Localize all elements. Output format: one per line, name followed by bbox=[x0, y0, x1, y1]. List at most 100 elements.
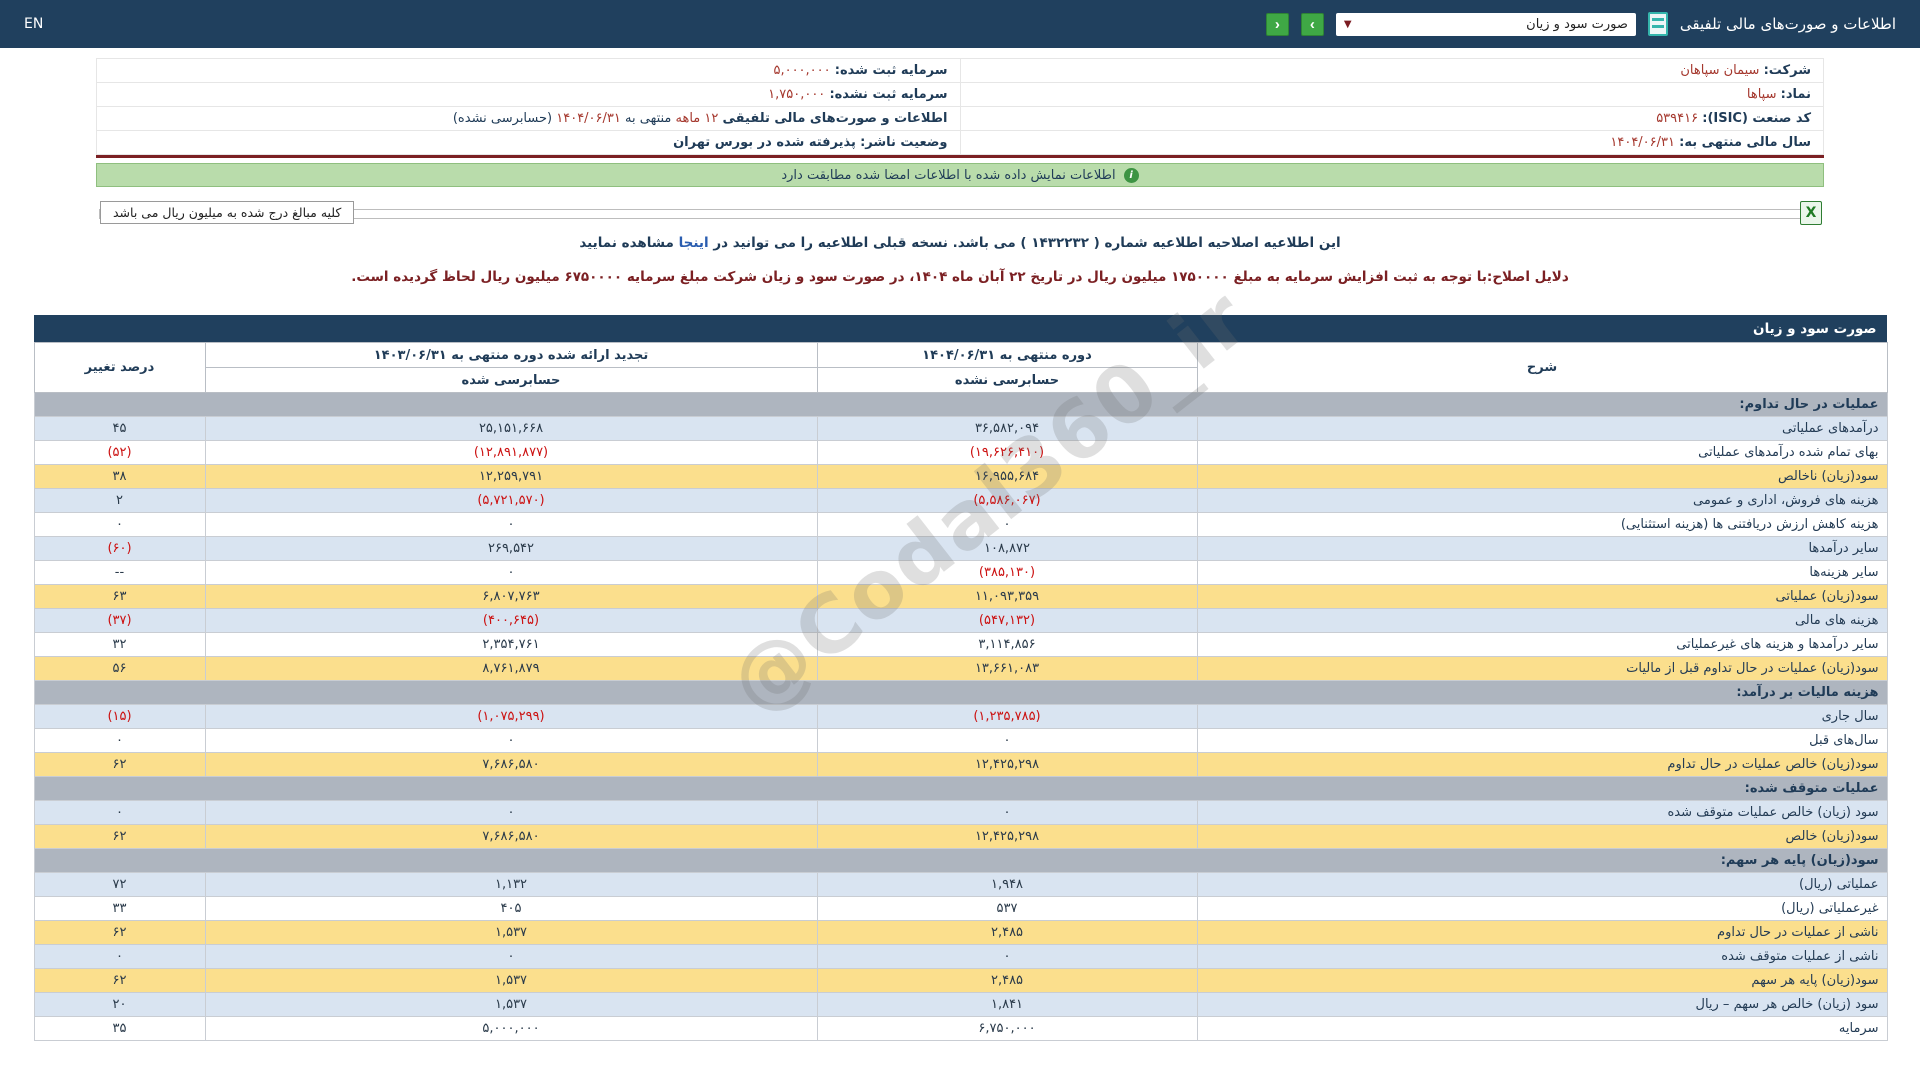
value-current-period: ۲,۴۸۵ bbox=[816, 968, 1198, 993]
value-current-period: ۱۲,۴۲۵,۲۹۸ bbox=[816, 752, 1198, 777]
row-description: سود (زیان) خالص عملیات متوقف شده bbox=[1196, 800, 1888, 825]
language-switch-link[interactable]: EN bbox=[24, 16, 43, 32]
statement-row: سال‌های قبل ۰ ۰ ۰ bbox=[33, 728, 1888, 753]
section-header-label: عملیات در حال تداوم: bbox=[33, 392, 1888, 417]
row-description: بهای تمام شده درآمدهای عملیاتی bbox=[1196, 440, 1888, 465]
section-header-row: عملیات در حال تداوم: bbox=[33, 392, 1888, 417]
value-prior-period: (۵,۷۲۱,۵۷۰) bbox=[204, 488, 818, 513]
amounts-toolbar: کلیه مبالغ درج شده به میلیون ریال می باش… bbox=[99, 201, 1822, 225]
row-description: سرمایه bbox=[1196, 1016, 1888, 1041]
value-prior-period: ۱,۵۳۷ bbox=[204, 920, 818, 945]
col-subheader-current-audit: حسابرسی نشده bbox=[816, 367, 1198, 393]
income-statement-table: شرح دوره منتهی به ۱۴۰۴/۰۶/۳۱ تجدید ارائه… bbox=[33, 342, 1888, 1041]
value-prior-period: ۵,۰۰۰,۰۰۰ bbox=[204, 1016, 818, 1041]
statement-title-bar: صورت سود و زیان bbox=[33, 315, 1887, 342]
value-prior-period: (۴۰۰,۶۴۵) bbox=[204, 608, 818, 633]
company-name-link[interactable]: سیمان سپاهان bbox=[1680, 63, 1759, 78]
statement-row: سود(زیان) ناخالص ۱۶,۹۵۵,۶۸۴ ۱۲,۲۵۹,۷۹۱ ۳۸ bbox=[33, 464, 1888, 489]
next-statement-button[interactable]: › bbox=[1300, 12, 1324, 36]
section-header-label: هزینه مالیات بر درآمد: bbox=[33, 680, 1888, 705]
isic-value: ۵۳۹۴۱۶ bbox=[1656, 111, 1699, 126]
value-current-period: (۱۹,۶۲۶,۴۱۰) bbox=[816, 440, 1198, 465]
value-percent-change: ۷۲ bbox=[33, 872, 206, 897]
amounts-unit-label: کلیه مبالغ درج شده به میلیون ریال می باش… bbox=[100, 201, 355, 224]
value-current-period: (۵۴۷,۱۳۲) bbox=[816, 608, 1198, 633]
value-current-period: ۳,۱۱۴,۸۵۶ bbox=[816, 632, 1198, 657]
value-current-period: ۰ bbox=[816, 728, 1198, 753]
value-percent-change: ۴۵ bbox=[33, 416, 206, 441]
statement-row: سال جاری (۱,۲۳۵,۷۸۵) (۱,۰۷۵,۲۹۹) (۱۵) bbox=[33, 704, 1888, 729]
value-current-period: ۱۳,۶۶۱,۰۸۳ bbox=[816, 656, 1198, 681]
income-statement-section: @Codal360_ir صورت سود و زیان شرح دوره من… bbox=[33, 271, 1888, 1041]
value-prior-period: ۱۲,۲۵۹,۷۹۱ bbox=[204, 464, 818, 489]
unregistered-capital-value: ۱,۷۵۰,۰۰۰ bbox=[768, 87, 826, 102]
value-percent-change: ۲۰ bbox=[33, 992, 206, 1017]
value-prior-period: (۱۲,۸۹۱,۸۷۷) bbox=[204, 440, 818, 465]
statement-row: هزینه کاهش ارزش دریافتنی ها (هزینه استثن… bbox=[33, 512, 1888, 537]
value-percent-change: ۶۲ bbox=[33, 752, 206, 777]
value-prior-period: (۱,۰۷۵,۲۹۹) bbox=[204, 704, 818, 729]
statement-row: سود (زیان) خالص عملیات متوقف شده ۰ ۰ ۰ bbox=[33, 800, 1888, 825]
section-header-row: عملیات متوقف شده: bbox=[33, 776, 1888, 801]
info-icon: i bbox=[1123, 167, 1139, 183]
symbol-link[interactable]: سپاها bbox=[1747, 87, 1777, 102]
value-prior-period: ۱,۱۳۲ bbox=[204, 872, 818, 897]
statement-row: سود(زیان) خالص ۱۲,۴۲۵,۲۹۸ ۷,۶۸۶,۵۸۰ ۶۲ bbox=[33, 824, 1888, 849]
value-percent-change: ۶۲ bbox=[33, 968, 206, 993]
row-description: سال‌های قبل bbox=[1196, 728, 1888, 753]
row-description: ناشی از عملیات در حال تداوم bbox=[1196, 920, 1888, 945]
value-percent-change: ۳۸ bbox=[33, 464, 206, 489]
value-percent-change: ۰ bbox=[33, 944, 206, 969]
excel-export-icon[interactable]: X bbox=[1800, 201, 1822, 225]
row-description: غیرعملیاتی (ریال) bbox=[1196, 896, 1888, 921]
value-prior-period: ۲۶۹,۵۴۲ bbox=[204, 536, 818, 561]
statement-row: سرمایه ۶,۷۵۰,۰۰۰ ۵,۰۰۰,۰۰۰ ۳۵ bbox=[33, 1016, 1888, 1041]
value-percent-change: ۲ bbox=[33, 488, 206, 513]
top-navbar: EN اطلاعات و صورت‌های مالی تلفیقی صورت س… bbox=[0, 0, 1920, 48]
value-prior-period: ۲,۳۵۴,۷۶۱ bbox=[204, 632, 818, 657]
value-percent-change: ۳۳ bbox=[33, 896, 206, 921]
company-info-row: شرکت: سیمان سپاهان سرمایه ثبت شده: ۵,۰۰۰… bbox=[96, 58, 1824, 83]
fiscal-year-value: ۱۴۰۴/۰۶/۳۱ bbox=[1610, 135, 1675, 150]
row-description: درآمدهای عملیاتی bbox=[1196, 416, 1888, 441]
value-percent-change: -- bbox=[33, 560, 206, 585]
row-description: سود(زیان) عملیات در حال تداوم قبل از مال… bbox=[1196, 656, 1888, 681]
statement-select-dropdown[interactable]: صورت سود و زیان ▼ bbox=[1335, 12, 1636, 36]
value-prior-period: ۷,۶۸۶,۵۸۰ bbox=[204, 824, 818, 849]
value-current-period: ۳۶,۵۸۲,۰۹۴ bbox=[816, 416, 1198, 441]
value-percent-change: ۶۲ bbox=[33, 920, 206, 945]
amendment-notice-text: این اطلاعیه اصلاحیه اطلاعیه شماره ( ۱۴۳۲… bbox=[713, 235, 1341, 251]
statement-row: ناشی از عملیات در حال تداوم ۲,۴۸۵ ۱,۵۳۷ ۶۲ bbox=[33, 920, 1888, 945]
company-info-row: نماد: سپاها سرمایه ثبت نشده: ۱,۷۵۰,۰۰۰ bbox=[96, 82, 1824, 107]
previous-version-link[interactable]: اینجا bbox=[679, 235, 709, 251]
row-description: ناشی از عملیات متوقف شده bbox=[1196, 944, 1888, 969]
amendment-notice-suffix: مشاهده نمایید bbox=[579, 235, 674, 251]
report-audit-status: (حسابرسی نشده) bbox=[452, 111, 553, 126]
signature-match-banner: i اطلاعات نمایش داده شده با اطلاعات امضا… bbox=[96, 163, 1824, 187]
row-description: سود(زیان) عملیاتی bbox=[1196, 584, 1888, 609]
value-current-period: ۱۲,۴۲۵,۲۹۸ bbox=[816, 824, 1198, 849]
statement-row: غیرعملیاتی (ریال) ۵۳۷ ۴۰۵ ۳۳ bbox=[33, 896, 1888, 921]
value-current-period: ۱,۸۴۱ bbox=[816, 992, 1198, 1017]
row-description: سود(زیان) ناخالص bbox=[1196, 464, 1888, 489]
statement-row: سود (زیان) خالص هر سهم – ریال ۱,۸۴۱ ۱,۵۳۷ ۲… bbox=[33, 992, 1888, 1017]
value-percent-change: (۳۷) bbox=[33, 608, 206, 633]
section-header-label: عملیات متوقف شده: bbox=[33, 776, 1888, 801]
prev-statement-button[interactable]: ‹ bbox=[1265, 12, 1289, 36]
statement-row: سایر هزینه‌ها (۳۸۵,۱۳۰) ۰ -- bbox=[33, 560, 1888, 585]
value-current-period: ۱۱,۰۹۳,۳۵۹ bbox=[816, 584, 1198, 609]
value-percent-change: ۳۵ bbox=[33, 1016, 206, 1041]
row-description: سایر درآمدها bbox=[1196, 536, 1888, 561]
fiscal-year-label: سال مالی منتهی به: bbox=[1679, 135, 1811, 150]
statement-row: درآمدهای عملیاتی ۳۶,۵۸۲,۰۹۴ ۲۵,۱۵۱,۶۶۸ ۴۵ bbox=[33, 416, 1888, 441]
value-prior-period: ۷,۶۸۶,۵۸۰ bbox=[204, 752, 818, 777]
amendment-notice: این اطلاعیه اصلاحیه اطلاعیه شماره ( ۱۴۳۲… bbox=[0, 235, 1920, 251]
company-info-row: سال مالی منتهی به: ۱۴۰۴/۰۶/۳۱ وضعیت ناشر… bbox=[96, 130, 1824, 155]
company-info-panel: شرکت: سیمان سپاهان سرمایه ثبت شده: ۵,۰۰۰… bbox=[96, 58, 1824, 158]
report-date-value: ۱۴۰۴/۰۶/۳۱ bbox=[556, 111, 621, 126]
correction-reason-text: دلایل اصلاح:با توجه به ثبت افزایش سرمایه… bbox=[351, 269, 1569, 285]
value-percent-change: ۳۲ bbox=[33, 632, 206, 657]
value-current-period: ۰ bbox=[816, 512, 1198, 537]
value-current-period: (۳۸۵,۱۳۰) bbox=[816, 560, 1198, 585]
value-percent-change: (۶۰) bbox=[33, 536, 206, 561]
